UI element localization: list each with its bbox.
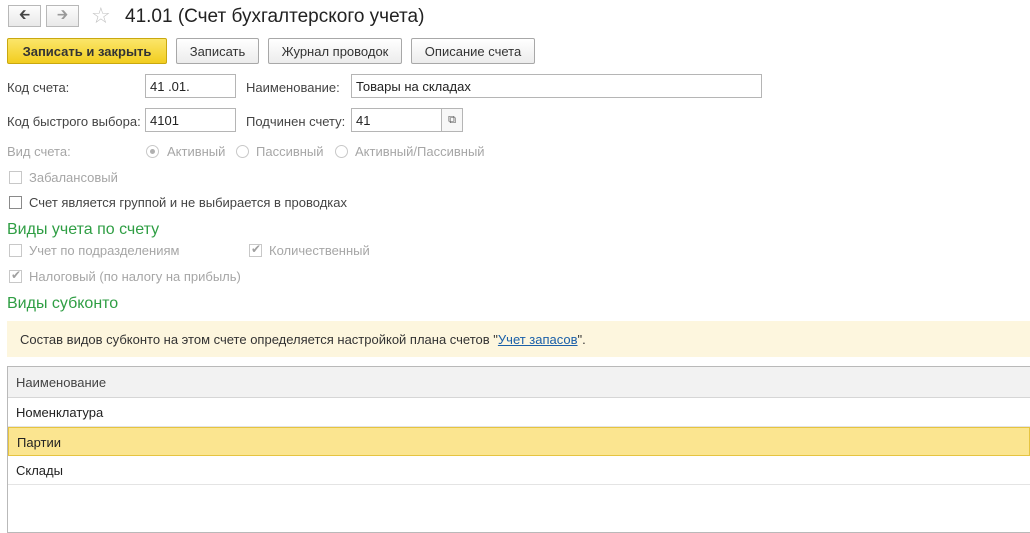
back-button[interactable]: 🡰 — [8, 5, 41, 27]
offbalance-checkbox[interactable] — [9, 171, 22, 184]
subconto-info-bar: Состав видов субконто на этом счете опре… — [7, 321, 1030, 357]
arrow-left-icon: 🡰 — [18, 6, 31, 22]
accounting-types-heading: Виды учета по счету — [7, 221, 160, 238]
table-header[interactable]: Наименование — [8, 367, 1030, 398]
quantitative-label: Количественный — [269, 243, 370, 258]
quick-code-label: Код быстрого выбора: — [7, 114, 141, 129]
tax-label: Налоговый (по налогу на прибыль) — [29, 269, 241, 284]
group-checkbox[interactable] — [9, 196, 22, 209]
name-label: Наименование: — [246, 80, 340, 95]
radio-active-label: Активный — [167, 144, 226, 159]
checkmark-icon: ✔ — [11, 268, 22, 282]
by-department-checkbox[interactable] — [9, 244, 22, 257]
name-field[interactable]: Товары на складах — [351, 74, 762, 98]
code-label: Код счета: — [7, 80, 70, 95]
table-row[interactable]: Склады — [8, 456, 1030, 485]
row-label: Номенклатура — [16, 405, 104, 420]
radio-passive[interactable] — [236, 145, 249, 158]
tax-checkbox[interactable]: ✔ — [9, 268, 22, 283]
info-suffix: ". — [577, 332, 586, 347]
window-title: 41.01 (Счет бухгалтерского учета) — [125, 6, 425, 27]
column-name-header: Наименование — [16, 375, 107, 390]
journal-button[interactable]: Журнал проводок — [268, 38, 402, 64]
save-and-close-button[interactable]: Записать и закрыть — [7, 38, 167, 64]
row-label: Партии — [17, 435, 61, 450]
radio-passive-label: Пассивный — [256, 144, 324, 159]
table-row-selected[interactable]: Партии — [8, 427, 1030, 456]
row-label: Склады — [16, 463, 63, 478]
subconto-heading: Виды субконто — [7, 295, 119, 312]
parent-account-field[interactable]: 41 — [351, 108, 442, 132]
forward-button[interactable]: 🡲 — [46, 5, 79, 27]
arrow-right-icon: 🡲 — [56, 6, 69, 22]
code-field[interactable]: 41 .01. — [145, 74, 236, 98]
save-button[interactable]: Записать — [176, 38, 259, 64]
group-label: Счет является группой и не выбирается в … — [29, 195, 347, 210]
checkmark-icon: ✔ — [251, 242, 262, 256]
open-link-icon: ⧉ — [448, 113, 456, 126]
account-type-label: Вид счета: — [7, 144, 71, 159]
open-parent-button[interactable]: ⧉ — [441, 108, 463, 132]
info-prefix: Состав видов субконто на этом счете опре… — [20, 332, 498, 347]
inventory-accounting-link[interactable]: Учет запасов — [498, 332, 578, 347]
subconto-table: Наименование Номенклатура Партии Склады — [7, 366, 1030, 533]
star-icon[interactable]: ☆ — [91, 3, 111, 29]
radio-selected-dot — [150, 149, 155, 154]
offbalance-label: Забалансовый — [29, 170, 118, 185]
account-description-button[interactable]: Описание счета — [411, 38, 535, 64]
table-row[interactable]: Номенклатура — [8, 398, 1030, 427]
quick-code-field[interactable]: 4101 — [145, 108, 236, 132]
parent-account-label: Подчинен счету: — [246, 114, 346, 129]
by-department-label: Учет по подразделениям — [29, 243, 180, 258]
radio-active[interactable] — [146, 145, 159, 158]
radio-active-passive[interactable] — [335, 145, 348, 158]
subconto-info-text: Состав видов субконто на этом счете опре… — [20, 332, 586, 347]
quantitative-checkbox[interactable]: ✔ — [249, 242, 262, 257]
radio-active-passive-label: Активный/Пассивный — [355, 144, 485, 159]
